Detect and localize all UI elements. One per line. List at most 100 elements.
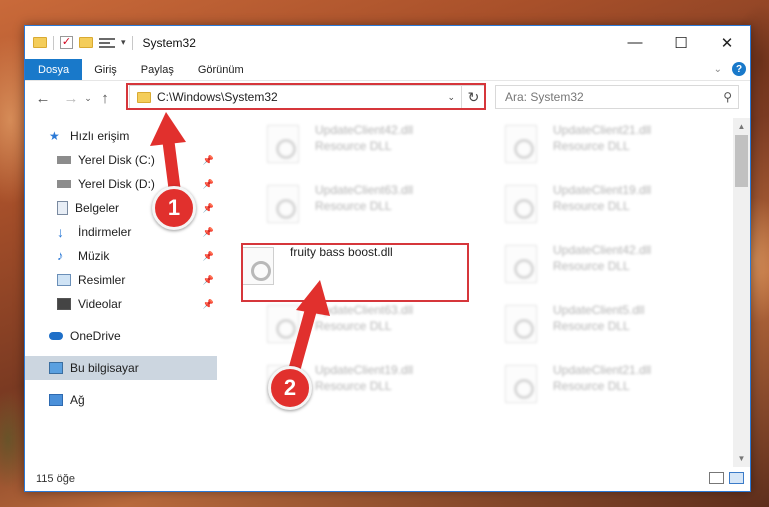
pin-icon[interactable]: 📌 — [203, 251, 214, 262]
video-icon — [57, 298, 71, 310]
file-description: Resource DLL — [553, 139, 630, 153]
computer-icon — [49, 362, 63, 374]
status-bar: 115 öğe — [25, 467, 750, 491]
file-name: UpdateClient63.dll — [315, 183, 414, 197]
sidebar-item-music[interactable]: ♪ Müzik 📌 — [25, 244, 217, 268]
back-arrow-icon[interactable]: ← — [33, 90, 53, 107]
maximize-button[interactable]: ☐ — [658, 26, 704, 59]
search-icon[interactable]: ⚲ — [723, 90, 732, 104]
sidebar-item-label: İndirmeler — [78, 225, 132, 239]
file-name: UpdateClient42.dll — [315, 123, 414, 137]
step-badge-1: 1 — [152, 186, 196, 230]
sidebar-item-label: Bu bilgisayar — [70, 361, 139, 375]
tab-share[interactable]: Paylaş — [129, 59, 186, 80]
file-name: UpdateClient42.dll — [553, 243, 652, 257]
title-bar: ✓ ▾ System32 — ☐ ✕ — [25, 26, 750, 59]
new-folder-icon[interactable] — [79, 37, 93, 48]
pin-icon[interactable]: 📌 — [203, 299, 214, 310]
sidebar-item-videos[interactable]: Videolar 📌 — [25, 292, 217, 316]
expand-ribbon-icon[interactable]: ⌄ — [714, 64, 722, 75]
drive-icon — [57, 156, 71, 164]
sidebar-item-disk-c[interactable]: Yerel Disk (C:) 📌 — [25, 148, 217, 172]
tab-home[interactable]: Giriş — [82, 59, 129, 80]
file-description: Resource DLL — [315, 319, 392, 333]
file-item[interactable]: UpdateClient63.dll Resource DLL — [267, 303, 487, 347]
star-icon: ★ — [49, 129, 60, 143]
up-arrow-icon[interactable]: ↑ — [95, 90, 115, 107]
view-toggle — [709, 472, 744, 484]
tab-view[interactable]: Görünüm — [186, 59, 256, 80]
file-item[interactable]: UpdateClient21.dll Resource DLL — [505, 123, 725, 167]
file-item[interactable]: UpdateClient5.dll Resource DLL — [505, 303, 725, 347]
dll-file-icon — [267, 305, 299, 343]
file-name: UpdateClient19.dll — [553, 183, 652, 197]
file-name: UpdateClient63.dll — [315, 303, 414, 317]
address-bar[interactable]: C:\Windows\System32 ⌄ ↻ — [129, 85, 486, 109]
file-description: Resource DLL — [553, 319, 630, 333]
refresh-icon[interactable]: ↻ — [461, 86, 485, 108]
pin-icon[interactable]: 📌 — [203, 227, 214, 238]
sidebar-item-pictures[interactable]: Resimler 📌 — [25, 268, 217, 292]
scroll-thumb[interactable] — [735, 135, 748, 187]
file-item[interactable]: UpdateClient42.dll Resource DLL — [505, 243, 725, 287]
file-highlight-box — [241, 243, 469, 302]
documents-icon — [57, 201, 68, 215]
dll-file-icon — [505, 125, 537, 163]
caption-buttons: — ☐ ✕ — [612, 26, 750, 59]
recent-locations-icon[interactable]: ⌄ — [81, 93, 95, 104]
ribbon-controls: ⌄ ? — [714, 62, 746, 76]
toolbar-dropdown-icon[interactable]: ▾ — [121, 37, 126, 48]
sidebar-item-onedrive[interactable]: OneDrive — [25, 324, 217, 348]
download-icon: ↓ — [57, 224, 64, 240]
pin-icon[interactable]: 📌 — [203, 275, 214, 286]
file-name: UpdateClient19.dll — [315, 363, 414, 377]
sidebar-item-label: Belgeler — [75, 201, 120, 215]
tab-file[interactable]: Dosya — [25, 59, 83, 80]
forward-arrow-icon[interactable]: → — [61, 90, 81, 107]
pin-icon[interactable]: 📌 — [203, 203, 214, 214]
sidebar-item-label: Yerel Disk (D:) — [78, 177, 155, 191]
scroll-up-icon[interactable]: ▲ — [733, 118, 750, 135]
cloud-icon — [49, 332, 63, 340]
sidebar-item-label: Yerel Disk (C:) — [78, 153, 155, 167]
file-description: Resource DLL — [553, 199, 630, 213]
ribbon-tabs: Dosya Giriş Paylaş Görünüm ⌄ ? — [25, 59, 750, 81]
file-item[interactable]: UpdateClient21.dll Resource DLL — [505, 363, 725, 407]
file-description: Resource DLL — [315, 379, 392, 393]
address-dropdown-icon[interactable]: ⌄ — [447, 92, 455, 103]
folder-icon — [137, 91, 151, 103]
dll-file-icon — [267, 185, 299, 223]
file-item[interactable]: UpdateClient63.dll Resource DLL — [267, 183, 487, 227]
pin-icon[interactable]: 📌 — [203, 179, 214, 190]
file-item[interactable]: UpdateClient19.dll Resource DLL — [505, 183, 725, 227]
dll-file-icon — [505, 365, 537, 403]
sidebar-item-label: Videolar — [78, 297, 122, 311]
customize-toolbar-icon[interactable] — [99, 37, 115, 49]
close-button[interactable]: ✕ — [704, 26, 750, 59]
pictures-icon — [57, 274, 71, 286]
address-path[interactable]: C:\Windows\System32 — [157, 90, 278, 104]
pin-icon[interactable]: 📌 — [203, 155, 214, 166]
large-icons-view-icon[interactable] — [729, 472, 744, 484]
vertical-scrollbar[interactable]: ▲ ▼ — [733, 118, 750, 467]
search-input[interactable]: Ara: System32 ⚲ — [495, 85, 739, 109]
details-view-icon[interactable] — [709, 472, 724, 484]
toolbar-divider — [53, 35, 54, 50]
sidebar-item-label: Hızlı erişim — [70, 129, 130, 143]
sidebar-item-quick-access[interactable]: ★ Hızlı erişim — [25, 124, 217, 148]
file-description: Resource DLL — [315, 199, 392, 213]
sidebar-item-label: Müzik — [78, 249, 110, 263]
file-name: UpdateClient21.dll — [553, 363, 652, 377]
toolbar-divider — [131, 35, 133, 50]
help-icon[interactable]: ? — [732, 62, 746, 76]
sidebar-item-this-pc[interactable]: Bu bilgisayar — [25, 356, 217, 380]
sidebar-item-label: OneDrive — [70, 329, 121, 343]
network-icon — [49, 394, 63, 406]
minimize-button[interactable]: — — [612, 26, 658, 59]
file-item[interactable]: UpdateClient42.dll Resource DLL — [267, 123, 487, 167]
item-count: 115 öğe — [36, 473, 75, 485]
properties-check-icon[interactable]: ✓ — [60, 36, 73, 49]
file-description: Resource DLL — [553, 379, 630, 393]
sidebar-item-network[interactable]: Ağ — [25, 388, 217, 412]
scroll-down-icon[interactable]: ▼ — [733, 450, 750, 467]
